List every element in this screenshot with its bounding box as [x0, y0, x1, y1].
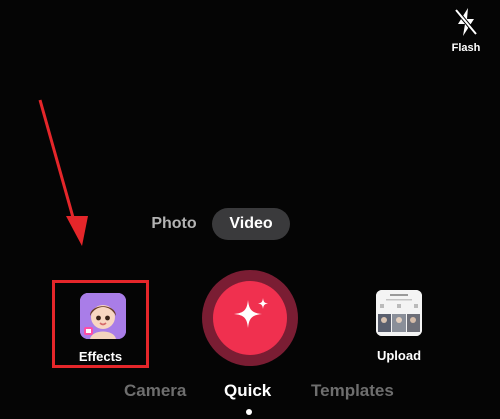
- camera-screen: Flash Photo Video Effects Upload Camera …: [0, 0, 500, 419]
- active-tab-indicator: [246, 409, 252, 415]
- gallery-thumbnail: [376, 290, 422, 336]
- flash-button[interactable]: Flash: [442, 6, 490, 60]
- record-button-inner: [213, 281, 287, 355]
- tab-quick[interactable]: Quick: [224, 381, 271, 401]
- mode-video[interactable]: Video: [212, 208, 290, 240]
- upload-label: Upload: [376, 348, 422, 363]
- mode-toggle: Photo Video: [140, 208, 292, 240]
- mode-photo[interactable]: Photo: [140, 208, 208, 240]
- flash-off-icon: [454, 8, 478, 36]
- effects-label: Effects: [78, 349, 123, 364]
- bottom-tabs: Camera Quick Templates: [0, 381, 500, 407]
- annotation-arrow: [38, 99, 88, 246]
- effects-button[interactable]: Effects: [52, 280, 149, 368]
- record-button[interactable]: [202, 270, 298, 366]
- tab-camera[interactable]: Camera: [124, 381, 186, 401]
- sparkle-icon: [234, 298, 268, 328]
- tab-templates[interactable]: Templates: [311, 381, 394, 401]
- avatar-effect-icon: [80, 293, 126, 339]
- upload-button[interactable]: Upload: [368, 290, 430, 366]
- flash-label: Flash: [451, 42, 481, 54]
